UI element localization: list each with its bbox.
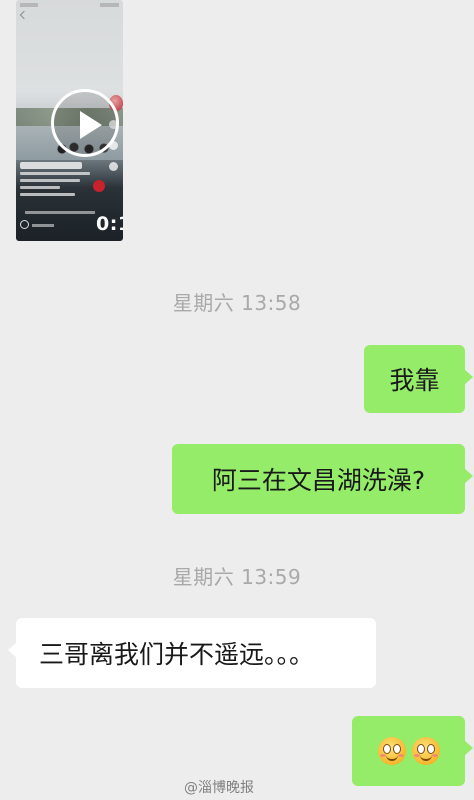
timestamp: 星期六 13:58	[172, 291, 302, 315]
sent-message-bubble[interactable]: 我靠	[364, 345, 473, 413]
video-duration: 0:19	[96, 213, 123, 235]
message-text: 阿三在文昌湖洗澡?	[211, 466, 426, 495]
thumb-location-tag	[20, 162, 82, 169]
received-message-bubble[interactable]: 三哥离我们并不遥远。。。	[8, 618, 376, 688]
smiling-face-icon	[377, 737, 406, 765]
message-text: 三哥离我们并不遥远。。。	[39, 640, 315, 669]
message-text: 我靠	[389, 366, 440, 395]
watermark: @淄博晚报	[184, 780, 254, 796]
timestamp: 星期六 13:59	[172, 565, 302, 589]
chat-area: 0:19 星期六 13:58 我靠 阿三在文昌湖洗澡? 星期六 13:59 三哥…	[0, 0, 474, 800]
thumb-status-bar	[20, 3, 119, 7]
thumb-back-icon	[19, 10, 29, 20]
thumb-channel-icon	[20, 220, 29, 229]
thumb-avatar-icon	[93, 180, 105, 192]
smiling-face-icon	[411, 737, 440, 765]
thumb-channel-text	[32, 224, 54, 227]
play-icon[interactable]	[51, 89, 119, 157]
video-message[interactable]: 0:19	[16, 0, 123, 241]
thumb-caption	[20, 172, 90, 200]
sent-message-bubble[interactable]: 阿三在文昌湖洗澡?	[172, 444, 473, 514]
sent-emoji-bubble[interactable]	[352, 716, 473, 786]
